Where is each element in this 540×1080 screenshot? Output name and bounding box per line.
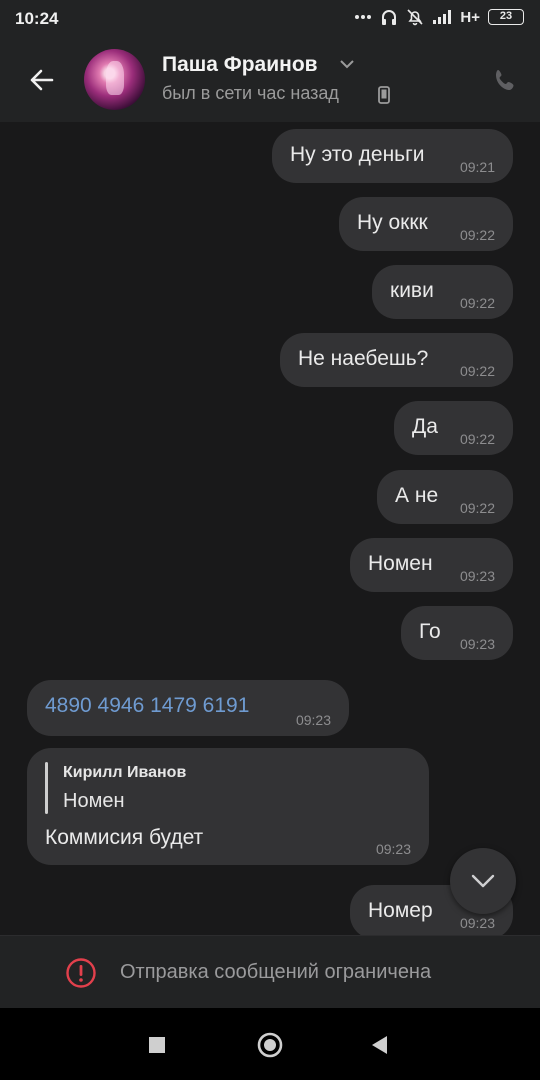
message-time: 09:23 (459, 915, 495, 931)
message-time: 09:23 (295, 712, 331, 728)
message-time: 09:22 (459, 500, 495, 516)
scroll-down-button[interactable] (450, 848, 516, 914)
message-time: 09:23 (375, 841, 411, 857)
card-number-link[interactable]: 4890 4946 1479 6191 (45, 694, 249, 718)
contact-status: был в сети час назад (162, 83, 339, 103)
chat-area[interactable]: Ну это деньги 09:21 Ну оккк 09:22 киви 0… (0, 122, 540, 935)
back-nav-button[interactable] (370, 1035, 390, 1060)
message-text: киви (390, 279, 434, 302)
back-button[interactable] (22, 60, 62, 100)
message-text: Номер (368, 899, 433, 922)
message-text: Не наебешь? (298, 347, 429, 370)
message-text: Ну оккк (357, 211, 428, 234)
message-text: Го (419, 620, 441, 643)
battery-icon: 23 (488, 9, 524, 25)
signal-icon (432, 9, 452, 25)
muted-bell-icon (406, 8, 424, 26)
message-bubble[interactable]: А не 09:22 (377, 470, 513, 524)
message-time: 09:23 (459, 568, 495, 584)
message-text: Номен (368, 552, 433, 575)
message-bubble[interactable]: киви 09:22 (372, 265, 513, 319)
message-bubble[interactable]: Ну оккк 09:22 (339, 197, 513, 251)
reply-quote-bar (45, 762, 48, 814)
alert-circle-icon (66, 958, 96, 988)
message-bubble[interactable]: Да 09:22 (394, 401, 513, 455)
message-time: 09:22 (459, 295, 495, 311)
mobile-icon (378, 86, 390, 104)
message-bubble[interactable]: Номен 09:23 (350, 538, 513, 592)
message-text: Да (412, 415, 438, 438)
status-icons: H+ 23 (354, 8, 524, 26)
message-time: 09:22 (459, 227, 495, 243)
message-bubble[interactable]: Не наебешь? 09:22 (280, 333, 513, 387)
phone-icon (496, 70, 514, 90)
system-nav-bar (0, 1008, 540, 1080)
square-icon (149, 1037, 165, 1053)
triangle-back-icon (372, 1036, 387, 1054)
home-button[interactable] (256, 1031, 284, 1064)
message-time: 09:22 (459, 363, 495, 379)
recents-button[interactable] (148, 1036, 166, 1059)
headphones-icon (380, 8, 398, 26)
chevron-down-icon[interactable] (338, 58, 356, 70)
chevron-down-icon (471, 874, 495, 888)
network-type: H+ (460, 8, 480, 26)
message-bubble[interactable]: Ну это деньги 09:21 (272, 129, 513, 183)
incoming-reply-bubble[interactable]: Кирилл Иванов Номен Коммисия будет 09:23 (27, 748, 429, 865)
more-dots-icon (354, 14, 372, 20)
chat-header: Паша Фраинов был в сети час назад (0, 36, 540, 122)
reply-author[interactable]: Кирилл Иванов (63, 764, 186, 782)
message-text: Коммисия будет (45, 826, 204, 849)
battery-level: 23 (499, 10, 513, 22)
restriction-text: Отправка сообщений ограничена (120, 961, 432, 983)
arrow-left-icon (30, 69, 54, 91)
message-bubble[interactable]: Го 09:23 (401, 606, 513, 660)
reply-quoted-text[interactable]: Номен (63, 790, 124, 813)
restriction-bar: Отправка сообщений ограничена (0, 935, 540, 1008)
message-time: 09:23 (459, 636, 495, 652)
status-time: 10:24 (15, 9, 59, 28)
avatar[interactable] (84, 49, 145, 110)
message-text: А не (395, 484, 439, 507)
contact-name[interactable]: Паша Фраинов (162, 53, 318, 77)
call-button[interactable] (490, 66, 520, 96)
circle-icon (257, 1032, 283, 1058)
message-time: 09:22 (459, 431, 495, 447)
message-time: 09:21 (459, 159, 495, 175)
status-bar: 10:24 H+ 23 (0, 0, 540, 36)
incoming-message-bubble[interactable]: 4890 4946 1479 6191 09:23 (27, 680, 349, 736)
message-text: Ну это деньги (290, 143, 425, 166)
